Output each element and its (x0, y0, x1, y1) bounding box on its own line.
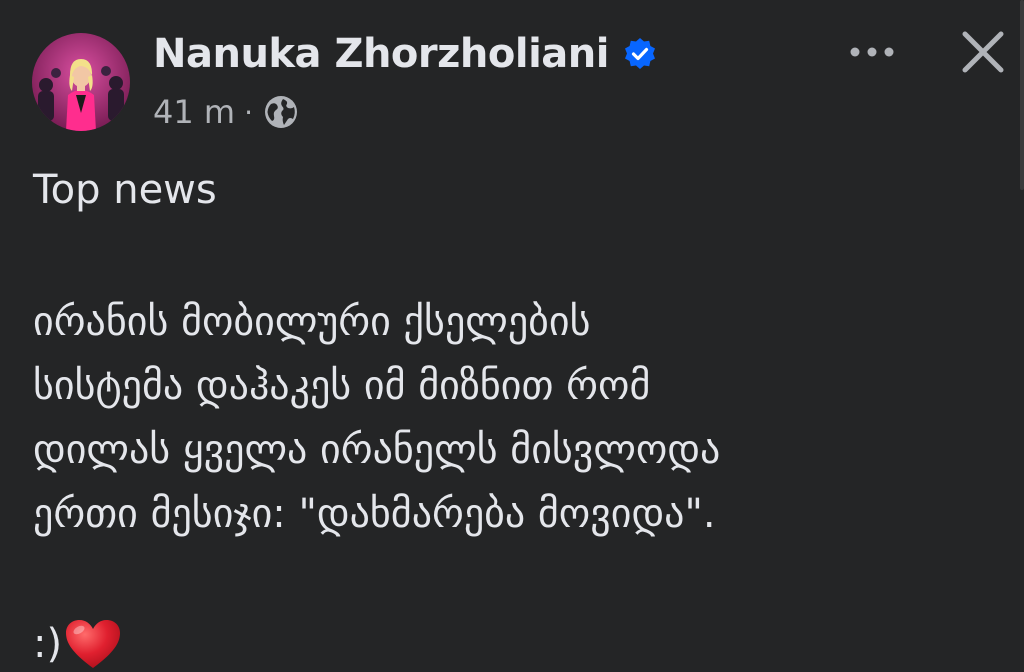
scrollbar[interactable] (1020, 0, 1024, 190)
more-options-button[interactable] (840, 30, 904, 74)
close-icon (962, 31, 1004, 73)
author-name[interactable]: Nanuka Zhorzholiani (153, 31, 609, 77)
heart-icon (64, 618, 122, 670)
profile-photo (32, 33, 130, 131)
author-row: Nanuka Zhorzholiani (153, 26, 657, 82)
post-meta: 41 m · (153, 88, 300, 136)
post-paragraph: ირანის მობილური ქსელების სისტემა დაჰაკეს… (33, 290, 1003, 546)
emoji-line: :) (33, 612, 122, 672)
close-button[interactable] (950, 22, 1016, 82)
post-text: Top news ირანის მობილური ქსელების სისტემ… (33, 162, 1003, 668)
post-timestamp[interactable]: 41 m (153, 93, 235, 131)
paragraph-line: სისტემა დაჰაკეს იმ მიზნით რომ (33, 363, 651, 409)
post-headline: Top news (33, 167, 217, 213)
avatar[interactable] (32, 33, 130, 131)
facebook-post: Nanuka Zhorzholiani 41 m · Top news ირან… (0, 0, 1024, 672)
paragraph-line: ირანის მობილური ქსელების (33, 299, 591, 345)
paragraph-line: ერთი მესიჯი: "დახმარება მოვიდა". (33, 491, 716, 537)
globe-icon[interactable] (262, 93, 300, 131)
paragraph-line: დილას ყველა ირანელს მისვლოდა (33, 427, 721, 473)
meta-separator: · (244, 95, 253, 129)
more-horizontal-icon (850, 47, 894, 57)
verified-badge-icon (623, 37, 657, 71)
smiley-text: :) (33, 621, 63, 667)
